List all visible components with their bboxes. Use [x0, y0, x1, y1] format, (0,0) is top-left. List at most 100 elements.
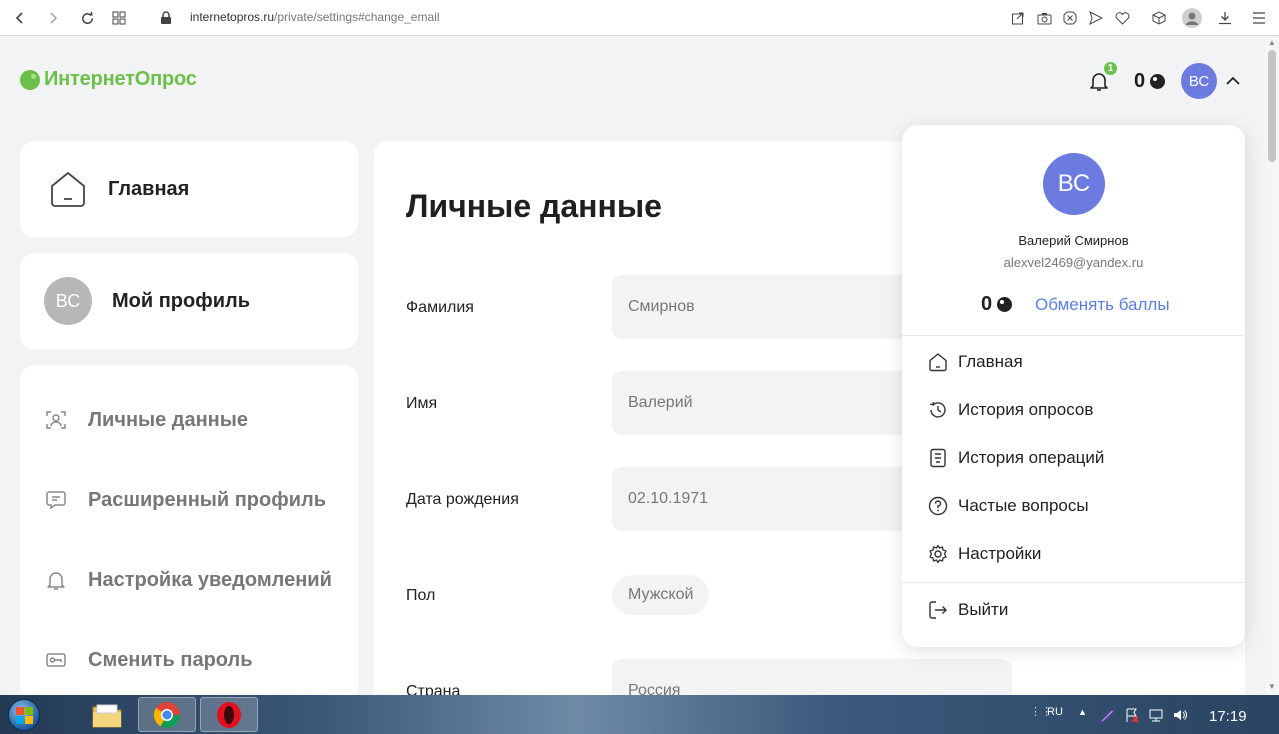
scroll-up-icon[interactable]: ▲ — [1268, 38, 1276, 47]
face-scan-icon — [44, 408, 68, 432]
sidebar-item-notification-settings[interactable]: Настройка уведомлений — [44, 568, 332, 592]
dropdown-item-logout[interactable]: Выйти — [928, 600, 1008, 620]
site-logo[interactable]: ИнтернетОпрос — [20, 68, 197, 91]
dropdown-points: 0 — [981, 293, 1013, 316]
reload-icon[interactable] — [76, 7, 98, 29]
windows-logo-icon — [8, 699, 40, 731]
taskbar-file-explorer[interactable] — [78, 697, 136, 732]
taskbar-chrome[interactable] — [138, 697, 196, 732]
address-bar[interactable]: internetopros.ru/private/settings#change… — [190, 10, 439, 24]
field-label-birth-date: Дата рождения — [406, 491, 519, 508]
logo-mark-icon — [20, 69, 40, 90]
taskbar-clock[interactable]: 17:19 — [1209, 708, 1247, 725]
dropdown-avatar: ВС — [1043, 153, 1105, 215]
page-scrollbar[interactable]: ▲ ▼ — [1265, 37, 1279, 695]
gender-chip[interactable]: Мужской — [612, 575, 710, 615]
chevron-up-icon[interactable] — [1224, 72, 1242, 90]
bell-icon — [44, 568, 68, 592]
lock-icon — [155, 7, 177, 29]
dropdown-points-value: 0 — [981, 293, 993, 315]
tray-expand-icon[interactable]: ▲ — [1078, 707, 1087, 717]
sidebar-avatar: ВС — [44, 277, 92, 325]
page-title: Личные данные — [406, 188, 662, 224]
network-icon[interactable] — [1148, 707, 1164, 723]
field-label-first-name: Имя — [406, 395, 438, 412]
header-points[interactable]: 0 — [1134, 70, 1166, 93]
sidebar-home-card[interactable]: Главная — [20, 141, 358, 237]
chrome-icon — [152, 700, 182, 730]
action-center-flag-icon[interactable] — [1124, 707, 1140, 723]
dropdown-item-label: История опросов — [958, 400, 1094, 419]
sidebar-profile-label: Мой профиль — [112, 289, 251, 312]
dropdown-item-settings[interactable]: Настройки — [928, 544, 1041, 564]
dropdown-item-label: Главная — [958, 352, 1023, 371]
dropdown-item-label: Настройки — [958, 544, 1042, 563]
points-ball-icon — [997, 297, 1013, 312]
dropdown-item-survey-history[interactable]: История опросов — [928, 400, 1093, 420]
sidebar-item-personal-data[interactable]: Личные данные — [44, 408, 248, 432]
url-host: internetopros.ru — [190, 10, 275, 24]
browser-menu-icon[interactable] — [1248, 7, 1270, 29]
download-icon[interactable] — [1214, 7, 1236, 29]
volume-icon[interactable] — [1172, 707, 1188, 723]
start-button[interactable] — [4, 697, 44, 733]
dropdown-item-faq[interactable]: Частые вопросы — [928, 496, 1089, 516]
field-label-last-name: Фамилия — [406, 299, 474, 316]
forward-icon[interactable] — [42, 7, 64, 29]
sidebar-item-label: Сменить пароль — [88, 648, 253, 671]
scroll-down-icon[interactable]: ▼ — [1268, 682, 1276, 691]
question-icon — [928, 496, 948, 516]
key-icon — [44, 648, 68, 672]
language-indicator[interactable]: RU — [1047, 706, 1063, 718]
pen-icon[interactable] — [1099, 707, 1115, 723]
share-icon[interactable] — [1007, 7, 1029, 29]
home-icon — [928, 352, 948, 372]
browser-profile-icon[interactable] — [1181, 7, 1203, 29]
dropdown-user-email: alexvel2469@yandex.ru — [1003, 255, 1144, 270]
dropdown-item-home[interactable]: Главная — [928, 352, 1023, 372]
sidebar-item-change-password[interactable]: Сменить пароль — [44, 648, 253, 672]
header-points-value: 0 — [1134, 70, 1146, 92]
dropdown-divider — [902, 335, 1245, 336]
windows-taskbar: ⋮⋮ RU ▲ — [0, 695, 1279, 734]
heart-icon[interactable] — [1111, 7, 1133, 29]
dropdown-item-label: Частые вопросы — [958, 496, 1089, 515]
folder-icon — [91, 701, 123, 729]
dropdown-divider — [902, 582, 1245, 583]
taskbar-opera[interactable] — [200, 697, 258, 732]
sidebar-item-extended-profile[interactable]: Расширенный профиль — [44, 488, 326, 512]
block-icon[interactable] — [1059, 7, 1081, 29]
logout-icon — [928, 600, 948, 620]
url-path: /private/settings#change_email — [274, 10, 440, 24]
scroll-thumb[interactable] — [1268, 50, 1276, 162]
profile-dropdown: ВС Валерий Смирнов alexvel2469@yandex.ru… — [902, 125, 1245, 647]
send-icon[interactable] — [1085, 7, 1107, 29]
field-label-gender: Пол — [406, 587, 436, 604]
dropdown-item-label: Выйти — [958, 600, 1009, 619]
points-ball-icon — [1150, 74, 1166, 89]
chat-icon — [44, 488, 68, 512]
home-icon — [48, 169, 88, 209]
logo-text: ИнтернетОпрос — [44, 68, 197, 90]
browser-toolbar: internetopros.ru/private/settings#change… — [0, 0, 1279, 36]
notification-count-badge: 1 — [1102, 60, 1119, 77]
sidebar-profile-card[interactable]: ВС Мой профиль — [20, 253, 358, 349]
tabs-grid-icon[interactable] — [108, 7, 130, 29]
opera-icon — [214, 700, 244, 730]
sidebar-menu-card: Личные данные Расширенный профиль Настро… — [20, 365, 358, 705]
dropdown-user-name: Валерий Смирнов — [1018, 233, 1129, 248]
dropdown-item-label: История операций — [958, 448, 1105, 467]
camera-icon[interactable] — [1033, 7, 1055, 29]
header-avatar[interactable]: ВС — [1181, 63, 1217, 99]
sidebar-item-label: Личные данные — [88, 408, 248, 431]
sidebar-home-label: Главная — [108, 177, 190, 200]
sidebar-item-label: Расширенный профиль — [88, 488, 327, 511]
back-icon[interactable] — [9, 7, 31, 29]
exchange-points-link[interactable]: Обменять баллы — [1035, 295, 1170, 315]
sidebar-item-label: Настройка уведомлений — [88, 568, 332, 591]
receipt-icon — [928, 448, 948, 468]
history-icon — [928, 400, 948, 420]
dropdown-item-operations-history[interactable]: История операций — [928, 448, 1104, 468]
extension-cube-icon[interactable] — [1148, 7, 1170, 29]
gear-icon — [928, 544, 948, 564]
